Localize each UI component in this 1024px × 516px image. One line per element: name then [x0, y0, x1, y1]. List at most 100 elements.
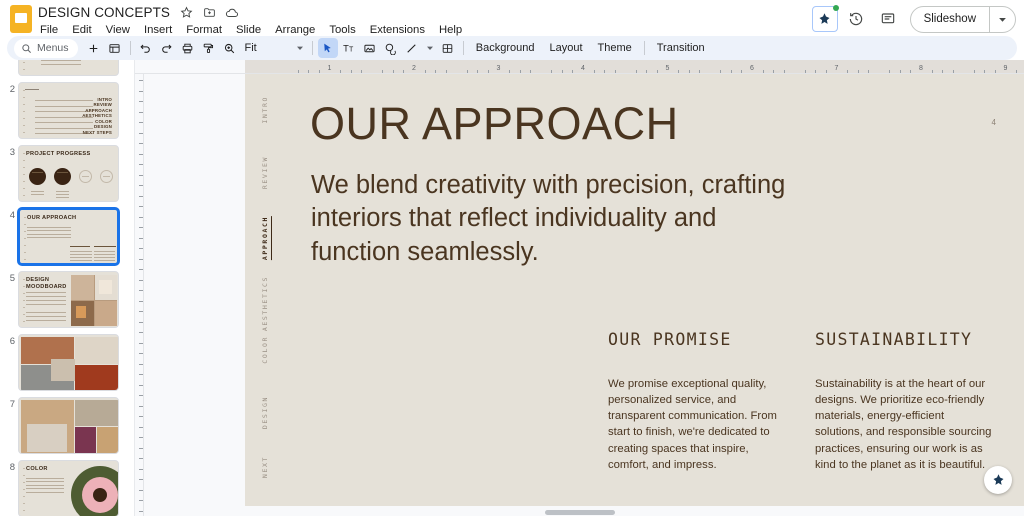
thumb-number: 4 [9, 210, 15, 221]
menu-slide[interactable]: Slide [234, 23, 263, 37]
toolbar-divider-2 [311, 41, 313, 55]
slide-thumbnail-7[interactable] [18, 397, 119, 454]
zoom-level-label[interactable]: Fit [241, 42, 261, 54]
slide-thumbnail-4[interactable]: OUR APPROACH [18, 208, 119, 265]
top-bar: DESIGN CONCEPTS File Edit View Insert Fo… [0, 0, 1024, 36]
transition-button[interactable]: Transition [650, 40, 712, 56]
thumb-nav-tick [23, 482, 25, 483]
gemini-fab-button[interactable] [984, 466, 1012, 494]
move-to-folder-icon[interactable] [202, 6, 216, 20]
menu-arrange[interactable]: Arrange [273, 23, 317, 37]
slideshow-button[interactable]: Slideshow [909, 5, 1016, 33]
slide-thumbnail-5[interactable]: DESIGN MOODBOARD [18, 271, 119, 328]
slide-nav-color[interactable]: COLOR [261, 336, 269, 364]
select-tool-button[interactable] [317, 38, 338, 58]
layout-button[interactable] [105, 38, 125, 58]
thumb-text-line [26, 478, 64, 479]
ruler-minor-tick [487, 70, 489, 73]
slide-section-nav: INTRO REVIEW APPROACH AESTHETICS COLOR DESIGN… [261, 96, 277, 490]
slide-nav-aesthetics[interactable]: AESTHETICS [261, 276, 269, 331]
menu-tools[interactable]: Tools [327, 23, 357, 37]
ruler-minor-tick [308, 70, 310, 73]
line-icon[interactable] [402, 38, 422, 58]
menu-view[interactable]: View [104, 23, 132, 37]
ruler-minor-tick [139, 311, 143, 312]
slide-filmstrip[interactable]: 1DESIGN CONCEPTS2INTROREVIEWAPPROACHAEST… [0, 60, 135, 516]
gemini-icon[interactable] [811, 5, 839, 32]
thumb-shape [99, 280, 112, 294]
slide-thumbnail-8[interactable]: COLOR [18, 460, 119, 516]
slide-thumbnail-6[interactable] [18, 334, 119, 391]
current-slide[interactable]: INTRO REVIEW APPROACH AESTHETICS COLOR DESIGN… [245, 74, 1024, 506]
sustainability-column[interactable]: SUSTAINABILITY Sustainability is at the … [815, 330, 993, 473]
text-box-button[interactable]: TT [339, 38, 359, 58]
promise-heading: OUR PROMISE [608, 330, 732, 349]
thumb-shape [97, 427, 118, 453]
new-slide-button[interactable] [84, 38, 104, 58]
redo-button[interactable] [157, 38, 177, 58]
slide-nav-approach[interactable]: APPROACH [261, 216, 272, 261]
thumb-number: 7 [9, 399, 15, 410]
star-icon[interactable] [179, 6, 193, 20]
thumb-nav-tick [23, 167, 25, 168]
ruler-minor-tick [139, 258, 143, 260]
line-dropdown-caret-icon[interactable] [423, 39, 437, 57]
comment-icon[interactable] [874, 5, 902, 33]
slide-subtitle[interactable]: We blend creativity with precision, craf… [311, 169, 811, 269]
menu-file[interactable]: File [38, 23, 60, 37]
table-icon[interactable] [438, 38, 458, 58]
thumb-nav-tick [23, 314, 25, 315]
ruler-number: 9 [1003, 65, 1008, 72]
layout-text-button[interactable]: Layout [542, 40, 589, 56]
ruler-minor-tick [139, 101, 143, 102]
thumb-text-line [35, 100, 93, 101]
thumb-text-line [70, 254, 92, 255]
filmstrip-row: 8 COLOR [0, 457, 134, 516]
background-button[interactable]: Background [469, 40, 542, 56]
image-icon[interactable] [360, 38, 380, 58]
vertical-ruler[interactable] [135, 74, 144, 516]
thumb-nav-tick [23, 496, 25, 497]
paint-format-button[interactable] [199, 38, 219, 58]
horizontal-scrollbar[interactable] [544, 510, 615, 515]
ruler-minor-tick [593, 70, 595, 73]
slide-nav-intro[interactable]: INTRO [261, 96, 269, 124]
filmstrip-row: 2 INTRO REVIEW APPROACH AESTHETICS COLOR DESIG… [0, 79, 134, 142]
menu-insert[interactable]: Insert [142, 23, 174, 37]
theme-button[interactable]: Theme [591, 40, 639, 56]
slide-thumbnail-1[interactable]: DESIGN CONCEPTS [18, 60, 119, 76]
ruler-minor-tick [139, 426, 143, 428]
chevron-down-icon[interactable] [989, 6, 1015, 32]
zoom-dropdown-caret-icon[interactable] [293, 39, 307, 57]
slide-nav-design[interactable]: DESIGN [261, 396, 269, 429]
thumb-text-line [56, 191, 69, 192]
slide-thumbnail-3[interactable]: PROJECT PROGRESS [18, 145, 119, 202]
cloud-saved-icon[interactable] [225, 6, 239, 20]
version-history-icon[interactable] [842, 5, 870, 33]
menu-help[interactable]: Help [437, 23, 464, 37]
filmstrip-row: 5 DESIGN MOODBOARD [0, 268, 134, 331]
shape-icon[interactable] [381, 38, 401, 58]
slide-nav-review[interactable]: REVIEW [261, 156, 269, 189]
document-title[interactable]: DESIGN CONCEPTS [38, 5, 170, 20]
search-input[interactable]: Menus [14, 38, 78, 58]
thumb-number: 8 [9, 462, 15, 473]
slide-thumbnail-2[interactable]: INTRO REVIEW APPROACH AESTHETICS COLOR DESIGN… [18, 82, 119, 139]
promise-column[interactable]: OUR PROMISE We promise exceptional quali… [608, 330, 790, 473]
slide-nav-next[interactable]: NEXT [261, 456, 269, 478]
menu-format[interactable]: Format [184, 23, 224, 37]
thumb-toc-item: REVIEW [93, 102, 112, 107]
undo-button[interactable] [136, 38, 156, 58]
menu-extensions[interactable]: Extensions [368, 23, 427, 37]
ruler-minor-tick [139, 216, 143, 218]
horizontal-ruler[interactable]: 1 2 3 4 5 6 7 8 9 [135, 60, 1024, 74]
slide-title[interactable]: OUR APPROACH [310, 101, 679, 146]
thumb-shape [75, 400, 118, 426]
zoom-button[interactable] [220, 38, 240, 58]
thumb-nav-tick [23, 153, 25, 154]
menu-edit[interactable]: Edit [70, 23, 93, 37]
thumb-nav-tick [23, 188, 25, 189]
thumb-toc-item: INTRO [97, 96, 112, 102]
print-button[interactable] [178, 38, 198, 58]
thumb-text-line [94, 260, 115, 261]
